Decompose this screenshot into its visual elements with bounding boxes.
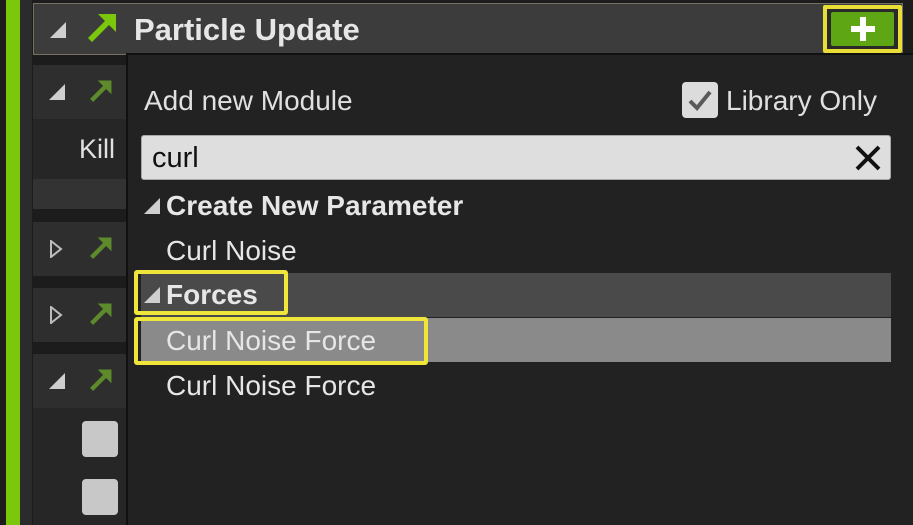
checkbox[interactable] — [82, 479, 118, 515]
forces-highlight-outline — [134, 270, 288, 315]
collapse-triangle-icon[interactable] — [49, 373, 65, 389]
stack-title: Particle Update — [134, 12, 360, 47]
stack-accent-stripe — [6, 0, 20, 525]
list-item-curl-noise-force[interactable]: Curl Noise Force — [141, 363, 891, 407]
item-label: Curl Noise Force — [166, 370, 377, 401]
search-input[interactable] — [152, 140, 842, 176]
module-row[interactable] — [33, 222, 133, 276]
module-row[interactable] — [33, 65, 133, 119]
collapse-triangle-icon[interactable] — [49, 84, 65, 100]
module-arrow-icon — [90, 369, 112, 391]
expand-triangle-icon[interactable] — [49, 240, 63, 258]
kill-label: Kill — [79, 134, 116, 164]
checkbox[interactable] — [82, 421, 118, 457]
library-only-label[interactable]: Library Only — [726, 85, 877, 117]
category-label: Create New Parameter — [166, 190, 464, 221]
checkmark-icon — [688, 90, 712, 111]
item-label: Curl Noise — [166, 235, 297, 266]
module-divider — [33, 179, 133, 209]
module-row[interactable] — [33, 354, 133, 408]
list-item-curl-noise[interactable]: Curl Noise — [141, 228, 891, 272]
popup-title: Add new Module — [144, 85, 353, 116]
module-row[interactable] — [33, 288, 133, 342]
expand-triangle-icon[interactable] — [49, 306, 63, 324]
stack-gutter — [20, 0, 32, 525]
selected-item-highlight-outline — [134, 317, 428, 365]
category-create-new-parameter[interactable]: Create New Parameter — [141, 184, 891, 228]
collapse-triangle-icon[interactable] — [144, 198, 160, 214]
niagara-editor: Particle Update Kill Add new Module Libr… — [0, 0, 913, 525]
plus-icon — [851, 17, 875, 41]
particle-update-arrow-icon — [88, 14, 116, 42]
module-arrow-icon — [90, 80, 112, 102]
add-module-button[interactable] — [823, 5, 902, 53]
collapse-triangle-icon[interactable] — [50, 22, 66, 38]
clear-search-icon[interactable] — [852, 142, 884, 174]
library-only-checkbox[interactable] — [682, 82, 718, 118]
add-module-popup: Add new Module Library Only Create New P… — [126, 53, 913, 525]
particle-update-header[interactable]: Particle Update — [33, 3, 903, 55]
module-arrow-icon — [90, 303, 112, 325]
search-box[interactable] — [141, 135, 891, 180]
module-arrow-icon — [90, 237, 112, 259]
